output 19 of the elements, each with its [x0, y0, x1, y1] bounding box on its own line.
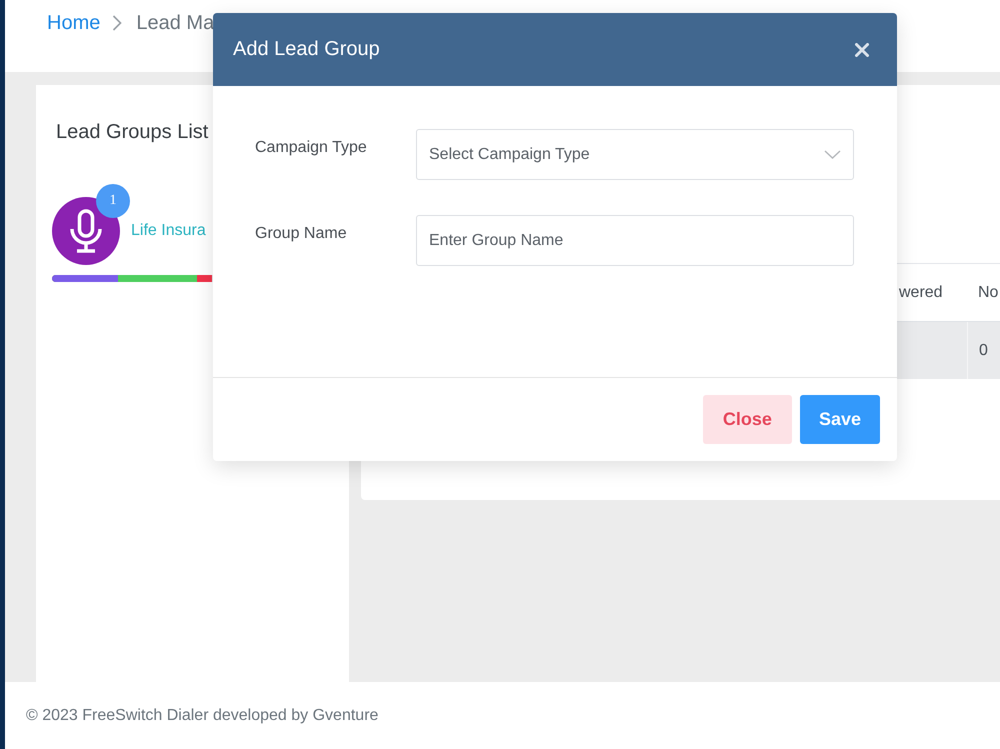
- count-badge: 1: [96, 184, 130, 218]
- save-button[interactable]: Save: [800, 395, 880, 444]
- select-field[interactable]: Select Campaign Type: [416, 129, 854, 180]
- column-header: wered: [898, 284, 944, 302]
- copyright-text: © 2023 FreeSwitch Dialer developed by Gventure: [26, 706, 378, 724]
- group-link[interactable]: Life Insura: [131, 222, 206, 240]
- modal-title: Add Lead Group: [233, 38, 380, 61]
- input-field[interactable]: Enter Group Name: [416, 215, 854, 266]
- close-button[interactable]: Close: [702, 395, 792, 444]
- table-cell: 0: [967, 322, 1000, 379]
- field-label: Group Name: [255, 224, 347, 244]
- field-label: Campaign Type: [255, 138, 367, 158]
- breadcrumb-link[interactable]: Home: [47, 12, 100, 34]
- chevron-down-icon: [824, 150, 841, 159]
- breadcrumb-current: Lead Ma: [136, 12, 214, 34]
- close-icon[interactable]: [855, 42, 869, 56]
- chevron-right-icon: [112, 15, 122, 31]
- panel-title: Lead Groups List: [56, 120, 208, 144]
- column-header: No: [977, 284, 1000, 302]
